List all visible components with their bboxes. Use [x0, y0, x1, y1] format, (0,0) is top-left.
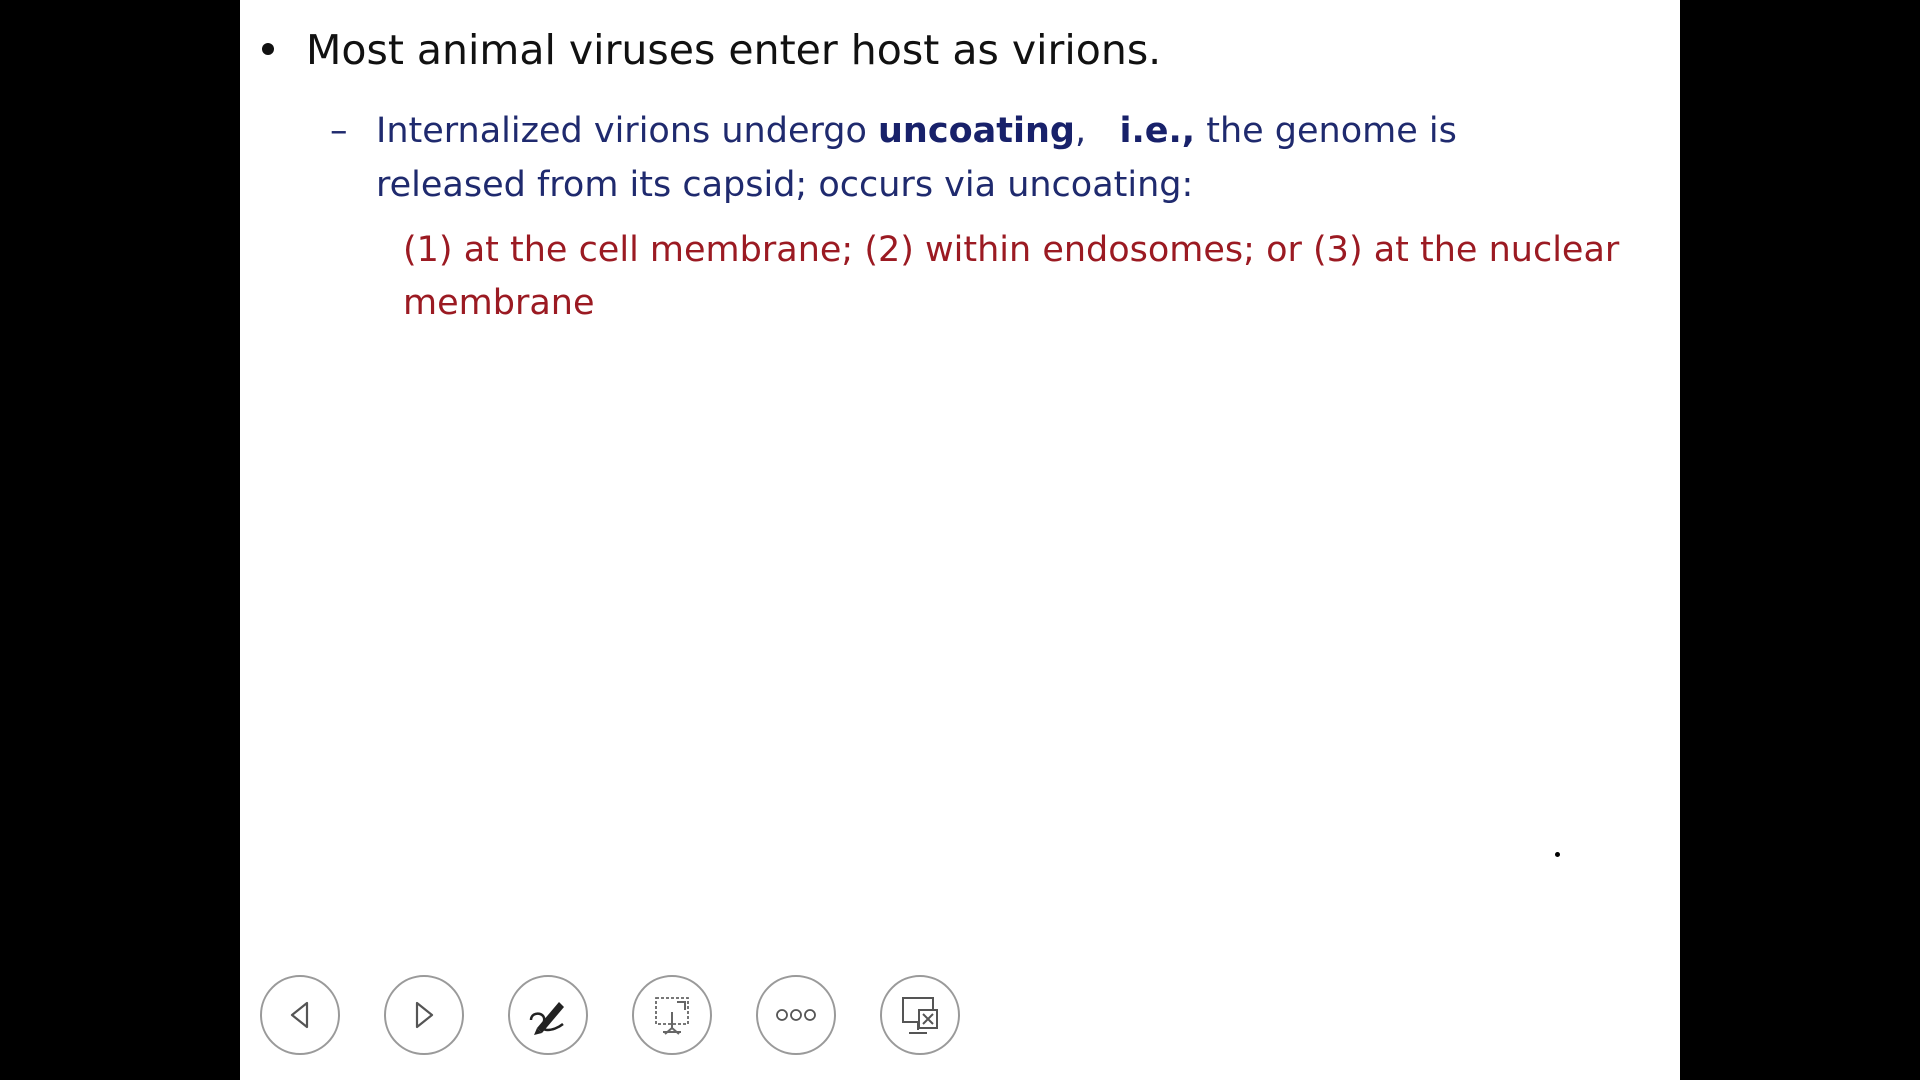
sub-text-part-2: ,	[1074, 111, 1120, 151]
pointer-dot	[1555, 852, 1560, 857]
slide: Most animal viruses enter host as virion…	[240, 0, 1680, 1080]
slide-zoom-icon	[655, 997, 689, 1035]
more-options-icon	[776, 1009, 816, 1021]
more-options-button[interactable]	[756, 975, 836, 1055]
sub-text-bold-uncoating: uncoating	[878, 111, 1075, 151]
zoom-slide-button[interactable]	[632, 975, 712, 1055]
sub-text-part-1: Internalized virions undergo	[376, 111, 879, 151]
previous-slide-button[interactable]	[260, 975, 340, 1055]
sub-text-bold-ie: i.e.,	[1119, 111, 1196, 151]
sub-bullet-dash: –	[330, 111, 348, 151]
presentation-stage: Most animal viruses enter host as virion…	[0, 0, 1920, 1080]
bullet-dot-icon	[262, 43, 274, 55]
main-bullet-text: Most animal viruses enter host as virion…	[306, 26, 1162, 74]
sub-bullet-text: Internalized virions undergo uncoating, …	[376, 104, 1616, 212]
pen-icon	[529, 1002, 564, 1035]
previous-arrow-icon	[290, 1001, 309, 1029]
pen-tool-button[interactable]	[508, 975, 588, 1055]
end-show-button[interactable]	[880, 975, 960, 1055]
uncoating-sites-text: (1) at the cell membrane; (2) within end…	[403, 230, 1620, 323]
main-bullet: Most animal viruses enter host as virion…	[262, 22, 1662, 78]
end-show-icon	[902, 997, 938, 1034]
slideshow-controls	[260, 975, 960, 1059]
next-slide-button[interactable]	[384, 975, 464, 1055]
next-arrow-icon	[415, 1001, 434, 1029]
